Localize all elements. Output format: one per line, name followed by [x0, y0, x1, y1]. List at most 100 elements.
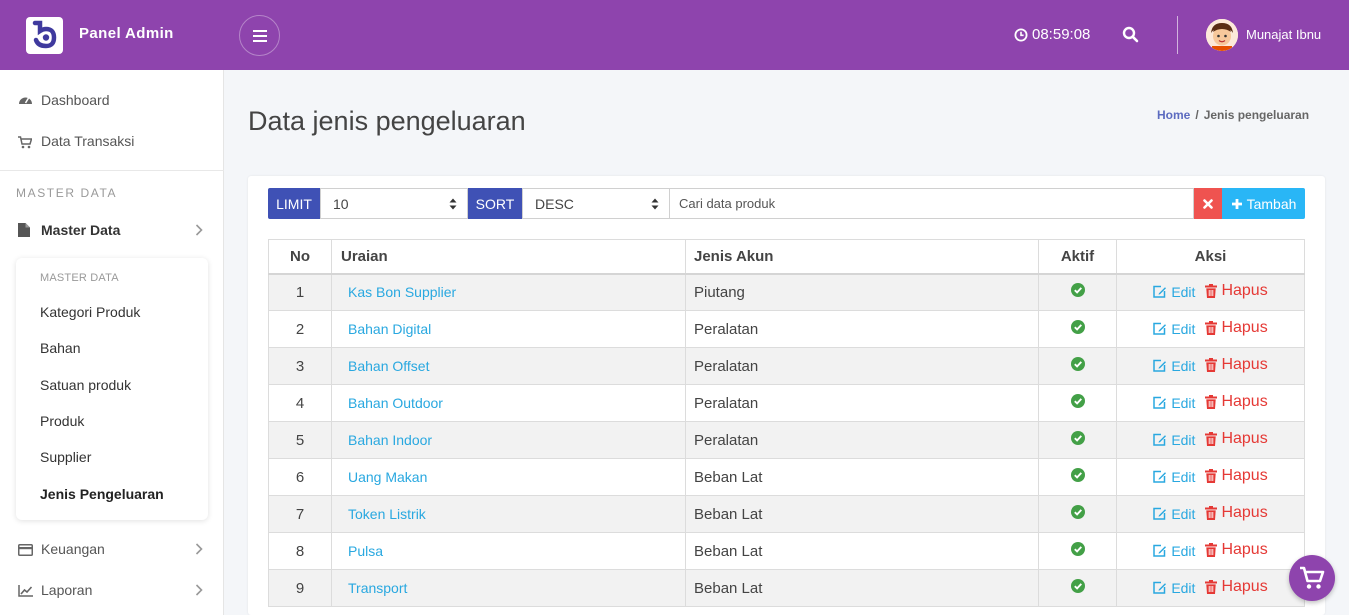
uraian-link[interactable]: Transport	[348, 580, 407, 596]
plus-icon	[1231, 198, 1242, 209]
cell-aksi: Edit Hapus	[1116, 458, 1305, 496]
table-row: 7 Token Listrik Beban Lat Edit Hapus	[268, 495, 1305, 533]
uraian-link[interactable]: Pulsa	[348, 543, 383, 559]
breadcrumb-separator: /	[1195, 108, 1199, 122]
delete-button[interactable]: Hapus	[1205, 467, 1268, 485]
edit-button[interactable]: Edit	[1153, 506, 1195, 522]
submenu-item-produk[interactable]: Produk	[40, 413, 84, 429]
chevron-right-icon	[195, 584, 203, 596]
uraian-link[interactable]: Bahan Offset	[348, 358, 429, 374]
cell-aksi: Edit Hapus	[1116, 273, 1305, 311]
edit-button[interactable]: Edit	[1153, 284, 1195, 300]
limit-select[interactable]: 10	[320, 188, 468, 219]
uraian-link[interactable]: Bahan Outdoor	[348, 395, 443, 411]
cell-aksi: Edit Hapus	[1116, 310, 1305, 348]
sort-select[interactable]: DESC	[522, 188, 670, 219]
cart-icon	[18, 136, 32, 149]
submenu-item-bahan[interactable]: Bahan	[40, 340, 80, 356]
delete-button[interactable]: Hapus	[1205, 393, 1268, 411]
edit-icon	[1153, 507, 1167, 520]
add-button[interactable]: Tambah	[1222, 188, 1305, 219]
clear-search-button[interactable]	[1194, 188, 1222, 219]
avatar[interactable]	[1206, 19, 1238, 51]
uraian-link[interactable]: Kas Bon Supplier	[348, 284, 456, 300]
delete-button[interactable]: Hapus	[1205, 578, 1268, 596]
cell-aksi: Edit Hapus	[1116, 569, 1305, 607]
edit-button[interactable]: Edit	[1153, 469, 1195, 485]
table-header-row: No Uraian Jenis Akun Aktif Aksi	[268, 239, 1305, 275]
cell-aktif	[1038, 310, 1117, 348]
edit-button[interactable]: Edit	[1153, 358, 1195, 374]
cell-uraian: Kas Bon Supplier	[331, 273, 686, 311]
submenu-item-satuan-produk[interactable]: Satuan produk	[40, 377, 131, 393]
cell-aksi: Edit Hapus	[1116, 532, 1305, 570]
breadcrumb-home-link[interactable]: Home	[1157, 108, 1190, 122]
uraian-link[interactable]: Bahan Indoor	[348, 432, 432, 448]
sidebar-item-keuangan[interactable]: Keuangan	[0, 529, 224, 569]
submenu-item-supplier[interactable]: Supplier	[40, 449, 91, 465]
sidebar-divider	[0, 170, 224, 171]
table-row: 8 Pulsa Beban Lat Edit Hapus	[268, 532, 1305, 570]
sidebar-section-heading: MASTER DATA	[16, 186, 118, 200]
submenu-item-kategori-produk[interactable]: Kategori Produk	[40, 304, 140, 320]
close-icon	[1203, 198, 1213, 209]
search-input[interactable]: Cari data produk	[670, 188, 1194, 219]
uraian-link[interactable]: Uang Makan	[348, 469, 427, 485]
trash-icon	[1205, 432, 1218, 446]
delete-button[interactable]: Hapus	[1205, 504, 1268, 522]
cell-uraian: Bahan Offset	[331, 347, 686, 385]
breadcrumb: Home / Jenis pengeluaran	[1157, 108, 1309, 122]
edit-button[interactable]: Edit	[1153, 543, 1195, 559]
cell-no: 8	[268, 532, 332, 570]
check-circle-icon	[1070, 505, 1085, 519]
column-header-aksi: Aksi	[1116, 239, 1305, 275]
edit-label: Edit	[1171, 579, 1196, 596]
delete-button[interactable]: Hapus	[1205, 541, 1268, 559]
edit-button[interactable]: Edit	[1153, 580, 1195, 596]
edit-button[interactable]: Edit	[1153, 395, 1195, 411]
cart-fab-button[interactable]	[1289, 555, 1335, 601]
trash-icon	[1205, 321, 1218, 335]
column-header-jenis-akun: Jenis Akun	[685, 239, 1039, 275]
delete-button[interactable]: Hapus	[1205, 282, 1268, 300]
add-button-label: Tambah	[1246, 195, 1297, 212]
table-row: 4 Bahan Outdoor Peralatan Edit Hapus	[268, 384, 1305, 422]
cell-jenis-akun: Beban Lat	[685, 569, 1039, 607]
cell-aktif	[1038, 458, 1117, 496]
edit-label: Edit	[1171, 542, 1196, 559]
cell-aksi: Edit Hapus	[1116, 421, 1305, 459]
delete-button[interactable]: Hapus	[1205, 356, 1268, 374]
user-avatar-icon	[1206, 19, 1238, 51]
check-circle-icon	[1070, 431, 1085, 445]
column-header-uraian: Uraian	[331, 239, 686, 275]
header-divider	[1177, 16, 1178, 54]
table-toolbar: LIMIT 10 SORT DESC Cari data produk Tamb…	[268, 188, 1305, 219]
table-row: 9 Transport Beban Lat Edit Hapus	[268, 569, 1305, 607]
sidebar-item-dashboard[interactable]: Dashboard	[0, 80, 224, 120]
search-button[interactable]	[1122, 26, 1139, 48]
edit-button[interactable]: Edit	[1153, 432, 1195, 448]
brand-name[interactable]: Panel Admin	[79, 25, 174, 42]
edit-icon	[1153, 359, 1167, 372]
menu-toggle-button[interactable]	[239, 15, 280, 56]
delete-label: Hapus	[1221, 504, 1268, 521]
edit-icon	[1153, 581, 1167, 594]
edit-icon	[1153, 470, 1167, 483]
uraian-link[interactable]: Token Listrik	[348, 506, 426, 522]
uraian-link[interactable]: Bahan Digital	[348, 321, 431, 337]
edit-button[interactable]: Edit	[1153, 321, 1195, 337]
user-name[interactable]: Munajat Ibnu	[1246, 27, 1321, 42]
submenu-item-jenis-pengeluaran[interactable]: Jenis Pengeluaran	[40, 486, 164, 502]
sidebar-item-master-data[interactable]: Master Data	[0, 210, 224, 250]
sidebar-item-data-transaksi[interactable]: Data Transaksi	[0, 121, 224, 161]
page-title: Data jenis pengeluaran	[248, 106, 526, 136]
delete-button[interactable]: Hapus	[1205, 430, 1268, 448]
delete-button[interactable]: Hapus	[1205, 319, 1268, 337]
brand-logo[interactable]	[26, 17, 63, 54]
cell-no: 6	[268, 458, 332, 496]
column-header-aktif: Aktif	[1038, 239, 1117, 275]
sidebar-item-laporan[interactable]: Laporan	[0, 570, 224, 610]
trash-icon	[1205, 506, 1218, 520]
cell-uraian: Transport	[331, 569, 686, 607]
cell-jenis-akun: Peralatan	[685, 310, 1039, 348]
